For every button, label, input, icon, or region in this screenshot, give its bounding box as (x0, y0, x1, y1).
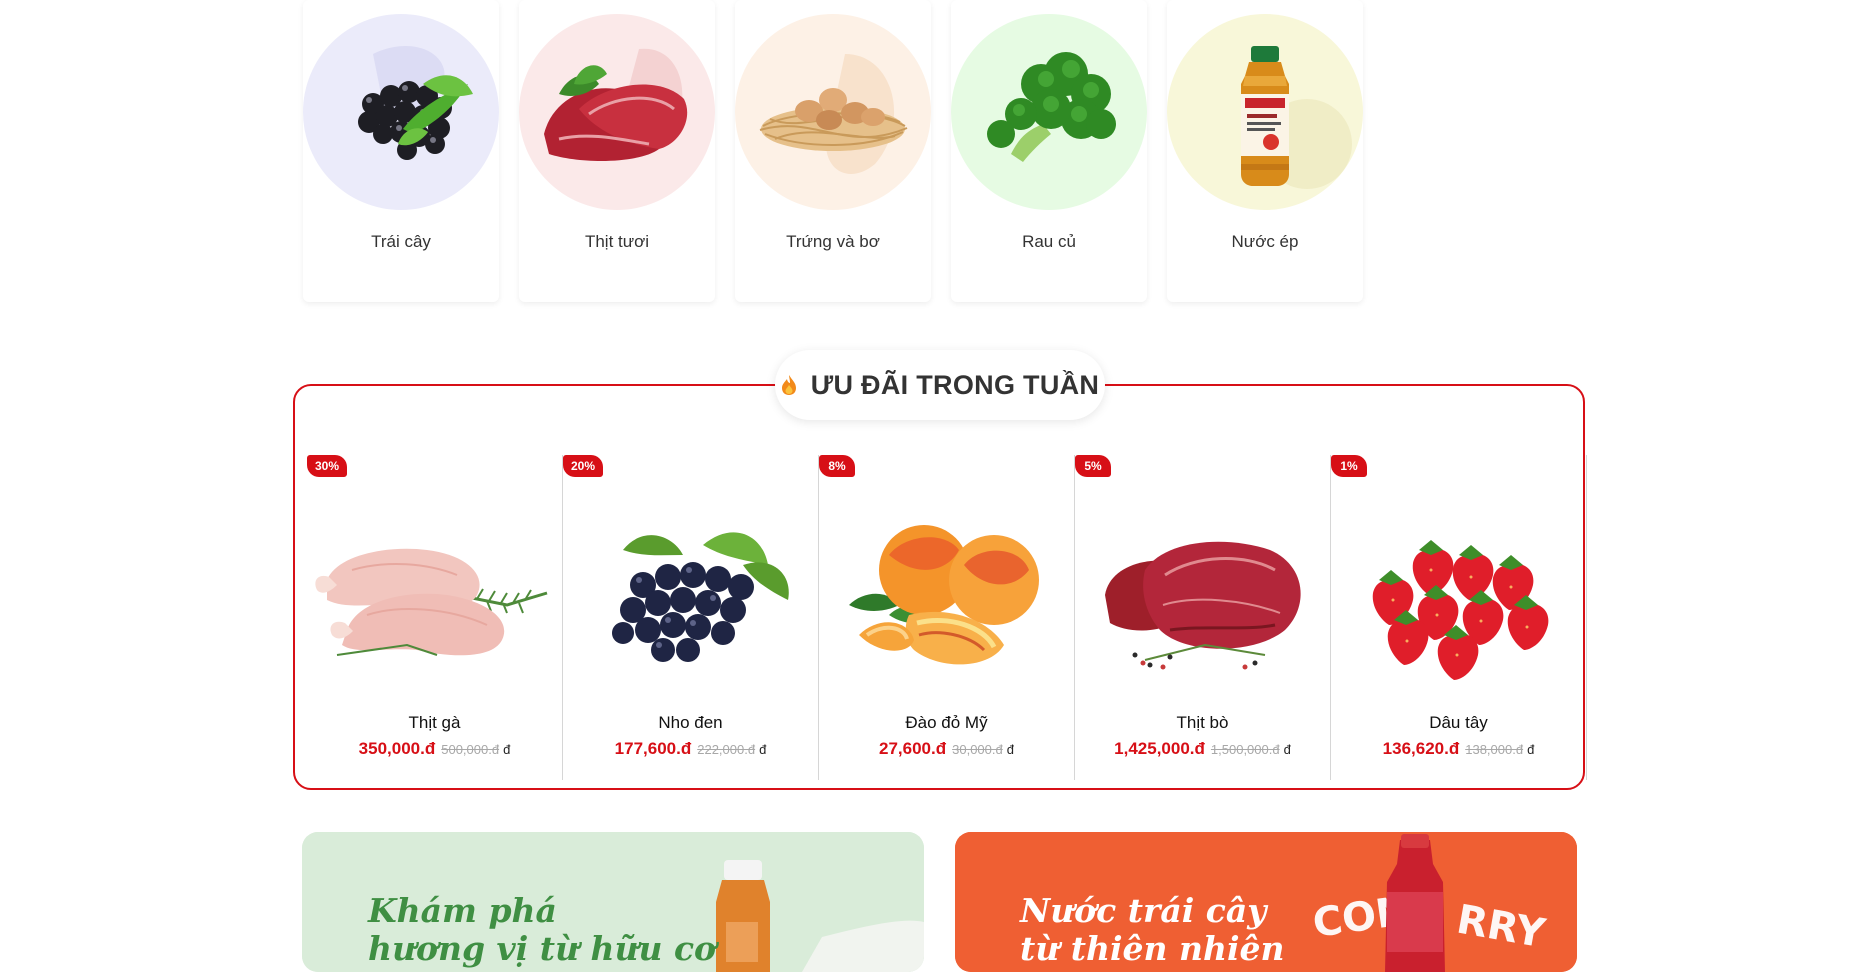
product-name: Nho đen (658, 713, 723, 732)
category-card-fruit[interactable]: Trái cây (303, 0, 499, 302)
organic-banner[interactable]: Khám phá hương vị từ hữu cơ (302, 832, 924, 972)
banner-line: từ thiên nhiên (1020, 929, 1285, 968)
product-price: 1,425,000.đ 1,500,000.đ đ (1075, 739, 1330, 759)
category-label: Trái cây (371, 232, 431, 251)
natural-juice-banner-text: Nước trái cây từ thiên nhiên (1020, 892, 1284, 968)
banner-line: hương vị từ hữu cơ (368, 929, 717, 968)
category-card-vegetable[interactable]: Rau củ (951, 0, 1147, 302)
old-price: 138,000.đ (1465, 742, 1524, 757)
old-price: 500,000.đ (441, 742, 500, 757)
product-card-peach[interactable]: 8% Đào đỏ Mỹ 27,600.đ 30,000.đ đ (819, 455, 1075, 780)
category-circle (303, 14, 499, 210)
category-circle (951, 14, 1147, 210)
category-circle (519, 14, 715, 210)
current-price: 1,425,000.đ (1114, 739, 1205, 758)
category-label: Rau củ (1022, 232, 1076, 251)
flame-icon (781, 375, 796, 395)
category-label: Nước ép (1231, 232, 1299, 251)
broccoli-icon (987, 52, 1116, 162)
product-card-chicken[interactable]: 30% Thịt gà 350,000.đ 500,000.đ đ (307, 455, 563, 780)
category-row: Trái cây Thịt tươi Trứng và bơ Rau củ Nư… (303, 0, 1363, 302)
discount-badge: 1% (1331, 455, 1367, 477)
product-card-strawberry[interactable]: 1% Dâu tây 136,620.đ 138,000.đ đ (1331, 455, 1587, 780)
currency-symbol: đ (1006, 742, 1014, 757)
category-card-juice[interactable]: Nước ép (1167, 0, 1363, 302)
product-card-beef[interactable]: 5% Thịt bò 1,425,000.đ 1,500,000.đ đ (1075, 455, 1331, 780)
meat-icon (544, 48, 688, 161)
product-name: Dâu tây (1429, 713, 1488, 732)
organic-banner-text: Khám phá hương vị từ hữu cơ (368, 892, 716, 968)
peach-image (849, 525, 1039, 665)
banner-line: Khám phá (368, 891, 557, 930)
product-price: 350,000.đ 500,000.đ đ (307, 739, 562, 759)
product-price: 136,620.đ 138,000.đ đ (1331, 739, 1586, 759)
category-label: Thịt tươi (584, 232, 650, 251)
product-price: 177,600.đ 222,000.đ đ (563, 739, 818, 759)
product-name: Thịt gà (408, 713, 461, 732)
old-price: 30,000.đ (952, 742, 1003, 757)
discount-badge: 30% (307, 455, 348, 477)
product-name: Đào đỏ Mỹ (905, 713, 988, 732)
product-price: 27,600.đ 30,000.đ đ (819, 739, 1074, 759)
blackberry-icon (358, 45, 473, 160)
category-circle (735, 14, 931, 210)
currency-symbol: đ (1283, 742, 1291, 757)
product-name: Thịt bò (1176, 713, 1229, 732)
chicken-drumstick-image (315, 548, 548, 656)
discount-badge: 20% (563, 455, 604, 477)
current-price: 136,620.đ (1382, 739, 1460, 758)
deal-product-list: 30% Thịt gà 350,000.đ 500,000.đ đ 20% Nh… (307, 455, 1587, 780)
strawberry-image (1372, 540, 1549, 680)
beef-image (1105, 541, 1301, 670)
old-price: 222,000.đ (697, 742, 756, 757)
category-circle (1167, 14, 1363, 210)
weekly-deals-title-text: ƯU ĐÃI TRONG TUẦN (810, 369, 1100, 400)
currency-symbol: đ (759, 742, 767, 757)
eggs-nest-icon (759, 54, 908, 175)
currency-symbol: đ (503, 742, 511, 757)
category-label: Trứng và bơ (786, 232, 880, 251)
current-price: 27,600.đ (879, 739, 947, 758)
black-grapes-image (612, 532, 789, 662)
natural-juice-banner[interactable]: CON RRY Nước trái cây từ thiên nhiên (955, 832, 1577, 972)
product-card-grapes[interactable]: 20% Nho đen 177,600.đ 222,000.đ đ (563, 455, 819, 780)
weekly-deals-title: ƯU ĐÃI TRONG TUẦN (775, 350, 1105, 420)
category-card-eggs[interactable]: Trứng và bơ (735, 0, 931, 302)
category-card-meat[interactable]: Thịt tươi (519, 0, 715, 302)
current-price: 177,600.đ (614, 739, 692, 758)
banner-line: Nước trái cây (1020, 891, 1267, 930)
current-price: 350,000.đ (358, 739, 436, 758)
currency-symbol: đ (1527, 742, 1535, 757)
juice-bottle-icon (1241, 46, 1352, 189)
discount-badge: 5% (1075, 455, 1111, 477)
old-price: 1,500,000.đ (1210, 742, 1280, 757)
discount-badge: 8% (819, 455, 855, 477)
